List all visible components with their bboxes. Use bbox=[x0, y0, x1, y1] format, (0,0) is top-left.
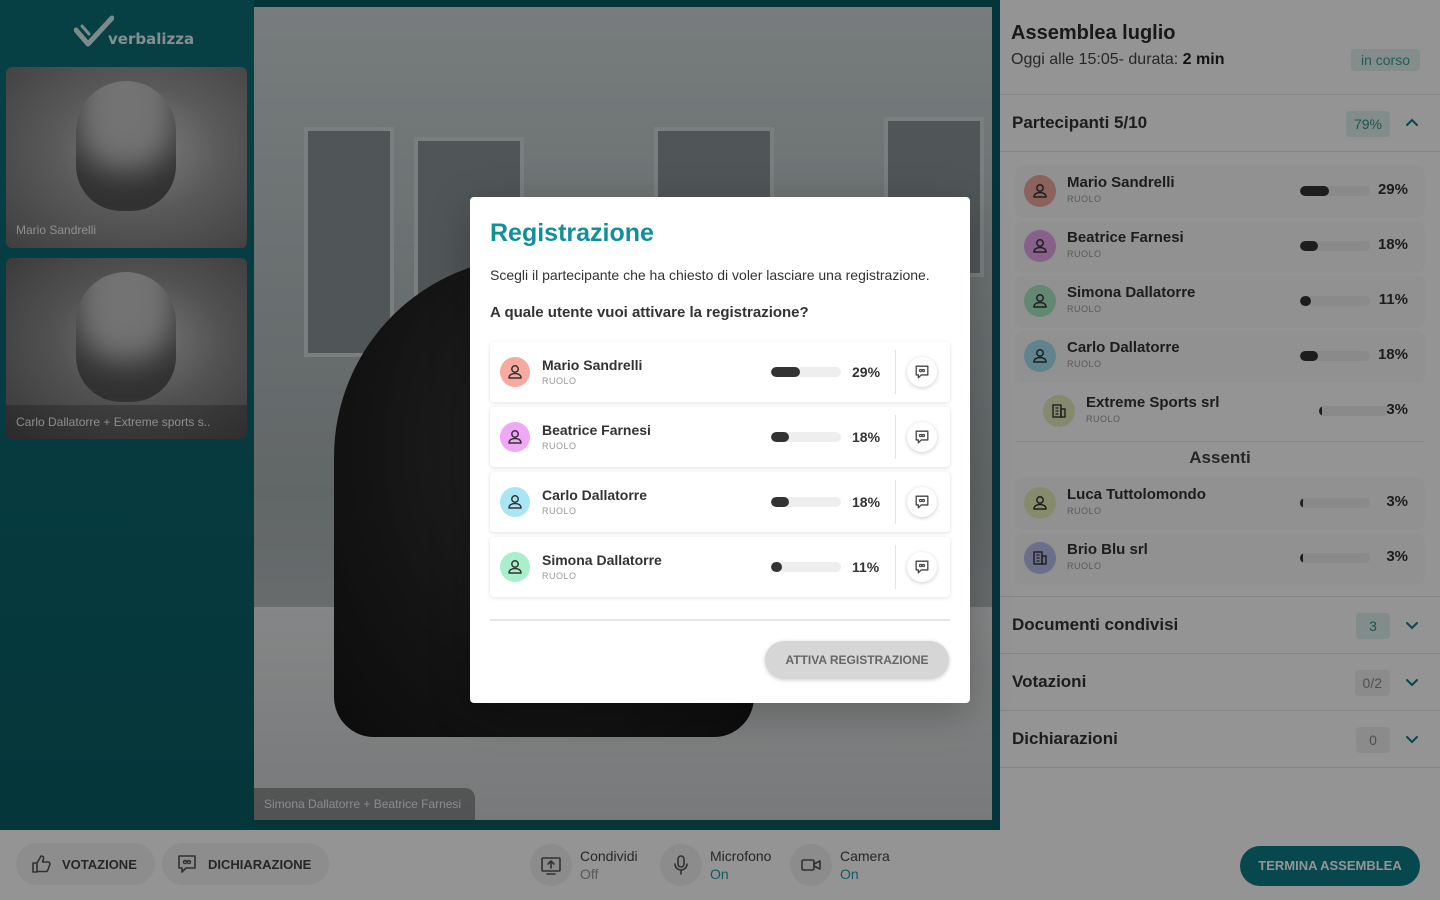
record-user-button[interactable] bbox=[907, 357, 937, 387]
recording-user-list: Mario Sandrelli RUOLO 29% Beatrice Farne… bbox=[490, 342, 950, 602]
modal-description: Scegli il partecipante che ha chiesto di… bbox=[490, 267, 930, 283]
user-icon bbox=[506, 428, 524, 446]
recording-user-row[interactable]: Carlo Dallatorre RUOLO 18% bbox=[490, 472, 950, 532]
recording-modal: Registrazione Scegli il partecipante che… bbox=[470, 197, 970, 703]
user-icon bbox=[506, 558, 524, 576]
user-share-bar bbox=[771, 497, 841, 507]
record-user-button[interactable] bbox=[907, 552, 937, 582]
user-icon bbox=[506, 363, 524, 381]
modal-title: Registrazione bbox=[490, 219, 654, 247]
record-message-icon bbox=[914, 559, 930, 575]
user-role: RUOLO bbox=[542, 376, 577, 386]
activate-recording-button[interactable]: ATTIVA REGISTRAZIONE bbox=[765, 641, 949, 679]
user-share-bar bbox=[771, 432, 841, 442]
record-message-icon bbox=[914, 429, 930, 445]
user-percent: 29% bbox=[852, 364, 881, 380]
modal-question: A quale utente vuoi attivare la registra… bbox=[490, 304, 809, 321]
user-name: Mario Sandrelli bbox=[542, 357, 643, 373]
user-percent: 18% bbox=[852, 429, 881, 445]
user-role: RUOLO bbox=[542, 571, 577, 581]
user-name: Simona Dallatorre bbox=[542, 552, 662, 568]
user-share-fill bbox=[771, 497, 790, 507]
recording-user-row[interactable]: Mario Sandrelli RUOLO 29% bbox=[490, 342, 950, 402]
user-avatar bbox=[500, 357, 530, 387]
row-divider bbox=[895, 480, 896, 524]
row-divider bbox=[895, 415, 896, 459]
record-message-icon bbox=[914, 494, 930, 510]
user-share-fill bbox=[771, 367, 801, 377]
user-share-bar bbox=[771, 562, 841, 572]
user-share-fill bbox=[771, 432, 790, 442]
record-message-icon bbox=[914, 364, 930, 380]
user-avatar bbox=[500, 422, 530, 452]
user-name: Beatrice Farnesi bbox=[542, 422, 651, 438]
user-name: Carlo Dallatorre bbox=[542, 487, 648, 503]
user-percent: 11% bbox=[852, 559, 880, 575]
user-percent: 18% bbox=[852, 494, 881, 510]
user-role: RUOLO bbox=[542, 441, 577, 451]
record-user-button[interactable] bbox=[907, 422, 937, 452]
modal-divider bbox=[490, 619, 950, 621]
recording-user-row[interactable]: Beatrice Farnesi RUOLO 18% bbox=[490, 407, 950, 467]
user-share-bar bbox=[771, 367, 841, 377]
user-avatar bbox=[500, 552, 530, 582]
row-divider bbox=[895, 350, 896, 394]
user-avatar bbox=[500, 487, 530, 517]
user-role: RUOLO bbox=[542, 506, 577, 516]
user-share-fill bbox=[771, 562, 783, 572]
recording-user-row[interactable]: Simona Dallatorre RUOLO 11% bbox=[490, 537, 950, 597]
record-user-button[interactable] bbox=[907, 487, 937, 517]
row-divider bbox=[895, 545, 896, 589]
user-icon bbox=[506, 493, 524, 511]
